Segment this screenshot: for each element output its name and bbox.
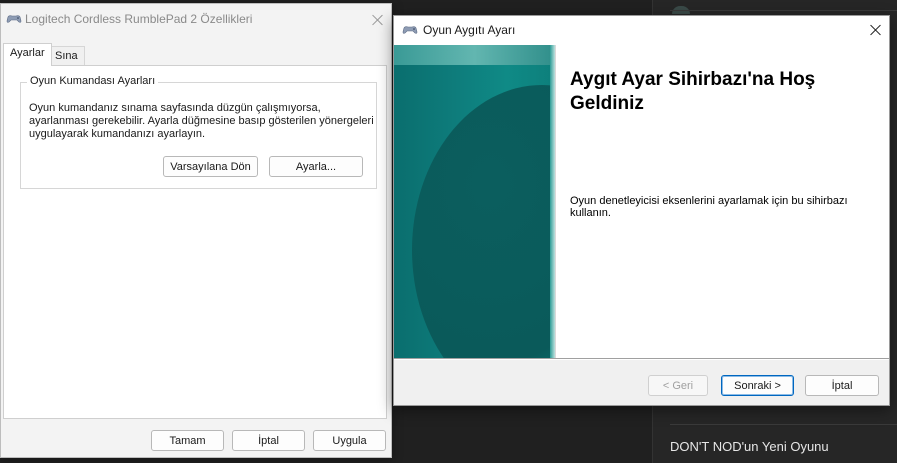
wizard-titlebar[interactable]: Oyun Aygıtı Ayarı <box>394 16 889 45</box>
wizard-heading: Aygıt Ayar Sihirbazı'na Hoş Geldiniz <box>570 69 816 114</box>
wizard-content: Aygıt Ayar Sihirbazı'na Hoş Geldiniz Oyu… <box>394 45 889 358</box>
wizard-description: Oyun denetleyicisi eksenlerini ayarlamak… <box>570 195 848 219</box>
background-news-headline[interactable]: DON'T NOD'un Yeni Oyunu <box>670 439 829 454</box>
calibrate-button[interactable]: Ayarla... <box>269 156 363 177</box>
tab-panel-settings: Oyun Kumandası Ayarları Oyun kumandanız … <box>3 65 387 419</box>
group-title: Oyun Kumandası Ayarları <box>27 75 159 87</box>
cancel-button[interactable]: İptal <box>232 430 305 451</box>
next-button[interactable]: Sonraki > <box>721 375 794 396</box>
apply-button[interactable]: Uygula <box>313 430 386 451</box>
window-title: Logitech Cordless RumblePad 2 Özellikler… <box>25 12 253 26</box>
background-divider <box>670 10 897 11</box>
group-description: Oyun kumandanız sınama sayfasında düzgün… <box>29 102 374 140</box>
calibration-wizard-window: Oyun Aygıtı Ayarı Aygıt Ayar Sihirbazı'n… <box>393 15 890 406</box>
gamepad-icon <box>6 14 22 27</box>
banner-highlight <box>394 45 555 65</box>
wizard-cancel-button[interactable]: İptal <box>805 375 879 396</box>
wizard-banner-image <box>394 45 555 358</box>
gamepad-icon <box>402 25 418 38</box>
close-icon[interactable] <box>868 22 884 38</box>
ok-button[interactable]: Tamam <box>151 430 224 451</box>
back-button[interactable]: < Geri <box>648 375 708 396</box>
banner-shape <box>412 85 555 358</box>
properties-titlebar[interactable]: Logitech Cordless RumblePad 2 Özellikler… <box>1 4 391 36</box>
gamepad-settings-group: Oyun Kumandası Ayarları Oyun kumandanız … <box>20 75 377 189</box>
properties-window: Logitech Cordless RumblePad 2 Özellikler… <box>0 3 392 458</box>
wizard-title: Oyun Aygıtı Ayarı <box>423 23 516 37</box>
close-icon[interactable] <box>370 12 386 28</box>
reset-defaults-button[interactable]: Varsayılana Dön <box>163 156 258 177</box>
background-divider <box>670 424 897 425</box>
tab-settings[interactable]: Ayarlar <box>3 43 52 66</box>
banner-divider <box>555 45 556 358</box>
wizard-separator <box>394 358 889 360</box>
tab-test[interactable]: Sına <box>48 46 85 66</box>
